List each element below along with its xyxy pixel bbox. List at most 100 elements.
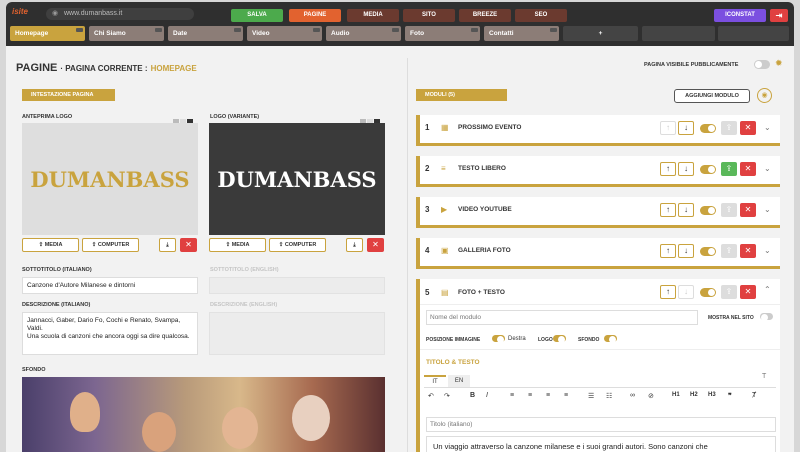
link-icon[interactable]: ∞ xyxy=(630,392,635,399)
variant-computer-button[interactable]: ⇪ COMPUTER xyxy=(269,238,326,252)
delete-icon[interactable]: ✕ xyxy=(367,238,384,252)
undo-icon[interactable]: ↶ xyxy=(428,392,434,400)
logo-media-button[interactable]: ⇪ MEDIA xyxy=(22,238,79,252)
remove-format-icon[interactable]: Ⱦ xyxy=(752,392,756,399)
chevron-up-icon[interactable]: ⌃ xyxy=(764,285,771,294)
clear-format-icon[interactable]: T xyxy=(762,373,766,380)
italic-icon[interactable]: I xyxy=(486,392,488,399)
move-up-button[interactable]: ↑ xyxy=(660,203,676,217)
delete-icon[interactable]: ✕ xyxy=(740,203,756,217)
iconstat-button[interactable]: ICONSTAT xyxy=(714,9,766,22)
subtitle-en-field[interactable] xyxy=(209,277,385,294)
bold-icon[interactable]: B xyxy=(470,392,475,399)
move-up-button[interactable]: ↑ xyxy=(660,162,676,176)
logo-toggle[interactable] xyxy=(553,335,566,343)
export-icon[interactable]: ⇪ xyxy=(721,244,737,258)
export-icon[interactable]: ⇪ xyxy=(721,162,737,176)
desc-it-field[interactable]: Jannacci, Gaber, Dario Fo, Cochi e Renat… xyxy=(22,312,198,355)
logo-computer-button[interactable]: ⇪ COMPUTER xyxy=(82,238,139,252)
module-name-field[interactable]: Nome del modulo xyxy=(426,310,698,325)
export-icon[interactable]: ⇪ xyxy=(721,285,737,299)
move-down-button[interactable]: ↓ xyxy=(678,121,694,135)
site-button[interactable]: SITO xyxy=(403,9,455,22)
move-down-button[interactable]: ↓ xyxy=(678,244,694,258)
tab-chi-siamo[interactable]: Chi Siamo xyxy=(89,26,164,41)
site-url[interactable]: ◉ www.dumanbass.it xyxy=(46,8,194,20)
tab-foto[interactable]: Foto xyxy=(405,26,480,41)
module-toggle[interactable] xyxy=(700,206,716,215)
unlink-icon[interactable]: ⊘ xyxy=(648,392,654,400)
align-left-icon[interactable]: ≡ xyxy=(510,392,514,399)
seo-button[interactable]: SEO xyxy=(515,9,567,22)
move-down-button[interactable]: ↓ xyxy=(678,285,694,299)
delete-icon[interactable]: ✕ xyxy=(740,244,756,258)
preview-eye-icon[interactable]: ◉ xyxy=(757,88,772,103)
move-down-button[interactable]: ↓ xyxy=(678,162,694,176)
image-position-toggle[interactable] xyxy=(492,335,505,343)
chevron-down-icon[interactable]: ⌄ xyxy=(764,205,771,214)
h1-icon[interactable]: H1 xyxy=(672,392,680,398)
gear-icon[interactable]: ✹ xyxy=(775,58,783,69)
title-it-field[interactable]: Titolo (italiano) xyxy=(426,417,776,432)
align-justify-icon[interactable]: ≡ xyxy=(564,392,568,399)
tab-video[interactable]: Video xyxy=(247,26,322,41)
chevron-down-icon[interactable]: ⌄ xyxy=(764,123,771,132)
move-down-button[interactable]: ↓ xyxy=(678,203,694,217)
visibility-toggle[interactable] xyxy=(754,60,770,69)
bullet-list-icon[interactable]: ☰ xyxy=(588,392,594,400)
delete-icon[interactable]: ✕ xyxy=(180,238,197,252)
export-icon[interactable]: ⇪ xyxy=(721,203,737,217)
modules-section-button[interactable]: MODULI (5) xyxy=(416,89,507,101)
add-module-button[interactable]: AGGIUNGI MODULO xyxy=(674,89,750,103)
logout-icon[interactable]: ⇥ xyxy=(770,9,788,22)
module-toggle[interactable] xyxy=(700,165,716,174)
bg-swatches-variant[interactable] xyxy=(360,113,384,126)
show-on-site-toggle[interactable] xyxy=(760,313,773,321)
download-icon[interactable]: ⤓ xyxy=(346,238,363,252)
h2-icon[interactable]: H2 xyxy=(690,392,698,398)
media-button[interactable]: MEDIA xyxy=(347,9,399,22)
redo-icon[interactable]: ↷ xyxy=(444,392,450,400)
numbered-list-icon[interactable]: ☷ xyxy=(606,392,612,400)
move-up-button[interactable]: ↑ xyxy=(660,285,676,299)
move-up-button[interactable]: ↑ xyxy=(660,121,676,135)
lang-tab-en[interactable]: EN xyxy=(448,375,470,387)
body-text-editor[interactable]: Un viaggio attraverso la canzone milanes… xyxy=(426,436,776,452)
chevron-down-icon[interactable]: ⌄ xyxy=(764,246,771,255)
subtitle-it-field[interactable]: Canzone d'Autore Milanese e dintorni xyxy=(22,277,198,294)
align-right-icon[interactable]: ≡ xyxy=(546,392,550,399)
page-title-main: PAGINE xyxy=(16,62,58,74)
module-toggle[interactable] xyxy=(700,288,716,297)
tab-audio[interactable]: Audio xyxy=(326,26,401,41)
align-center-icon[interactable]: ≡ xyxy=(528,392,532,399)
background-toggle[interactable] xyxy=(604,335,617,343)
pages-button[interactable]: PAGINE xyxy=(289,9,341,22)
save-button[interactable]: SALVA xyxy=(231,9,283,22)
tab-empty[interactable] xyxy=(718,26,789,41)
module-title: VIDEO YOUTUBE xyxy=(458,206,512,213)
tab-contatti[interactable]: Contatti xyxy=(484,26,559,41)
variant-media-button[interactable]: ⇪ MEDIA xyxy=(209,238,266,252)
move-up-button[interactable]: ↑ xyxy=(660,244,676,258)
tab-homepage[interactable]: Homepage xyxy=(10,26,85,41)
delete-icon[interactable]: ✕ xyxy=(740,162,756,176)
bg-swatches[interactable] xyxy=(173,113,197,126)
header-section-button[interactable]: INTESTAZIONE PAGINA xyxy=(22,89,115,101)
background-image[interactable] xyxy=(22,377,385,452)
download-icon[interactable]: ⤓ xyxy=(159,238,176,252)
tab-empty[interactable] xyxy=(642,26,715,41)
desc-en-field[interactable] xyxy=(209,312,385,355)
breeze-button[interactable]: BREEZE xyxy=(459,9,511,22)
logo-preview-text: DUMANBASS xyxy=(30,166,190,192)
lang-tab-it[interactable]: IT xyxy=(424,375,446,387)
module-toggle[interactable] xyxy=(700,124,716,133)
h3-icon[interactable]: H3 xyxy=(708,392,716,398)
tab-date[interactable]: Date xyxy=(168,26,243,41)
quote-icon[interactable]: ❞ xyxy=(728,392,732,400)
chevron-down-icon[interactable]: ⌄ xyxy=(764,164,771,173)
delete-icon[interactable]: ✕ xyxy=(740,121,756,135)
module-toggle[interactable] xyxy=(700,247,716,256)
export-icon[interactable]: ⇪ xyxy=(721,121,737,135)
add-tab-button[interactable]: + xyxy=(563,26,638,41)
delete-icon[interactable]: ✕ xyxy=(740,285,756,299)
